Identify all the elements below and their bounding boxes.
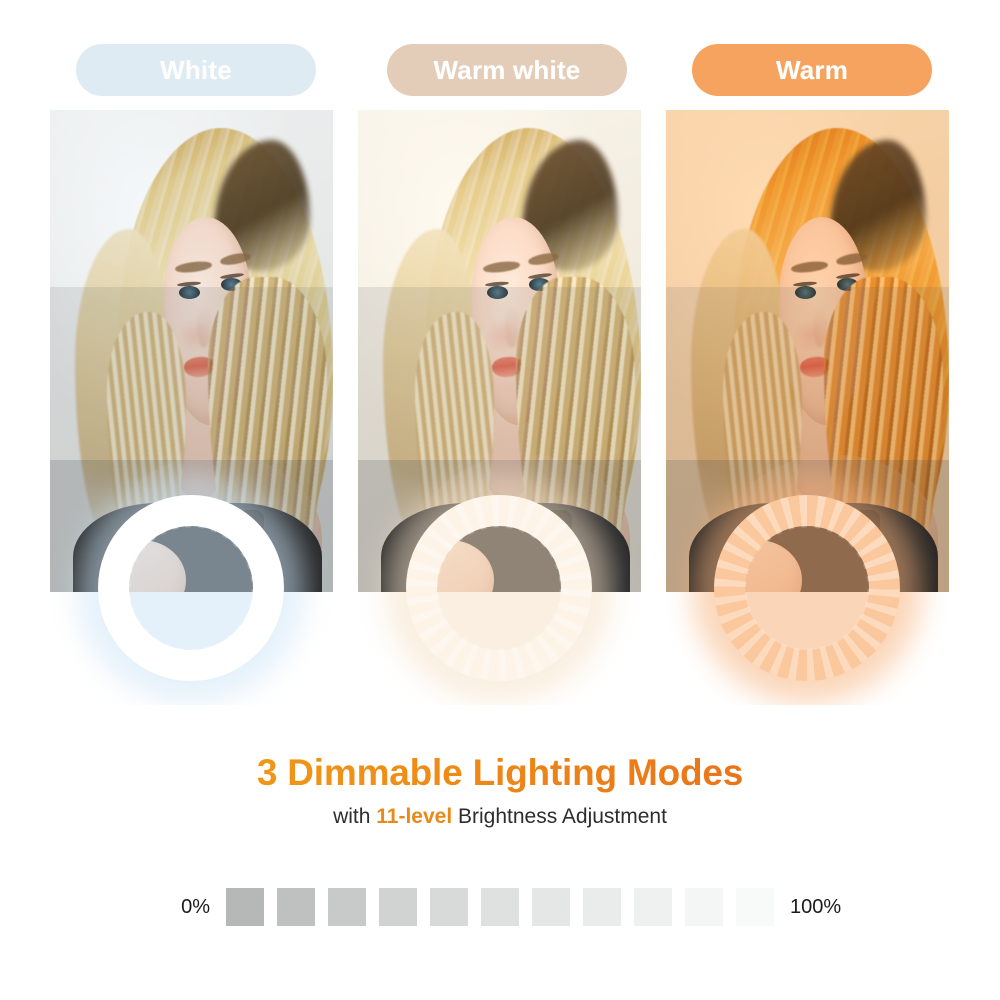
- photo-panel-warm-white: [358, 110, 641, 705]
- subheadline-prefix: with: [333, 805, 377, 828]
- ring-light-warm-white: [384, 473, 614, 703]
- brightness-min-label: 0%: [181, 895, 210, 918]
- mode-pill-warm-label: Warm: [775, 54, 849, 85]
- portrait-photo-warm-white: [358, 110, 641, 705]
- mode-pill-white[interactable]: White: [76, 44, 316, 96]
- mode-pill-white-label: White: [160, 54, 232, 85]
- brightness-swatch-3[interactable]: [328, 888, 366, 926]
- brightness-swatch-7[interactable]: [532, 888, 570, 926]
- portrait-photo-warm: [666, 110, 949, 705]
- brightness-swatch-5[interactable]: [430, 888, 468, 926]
- product-feature-graphic: White Warm white Warm 3 Dimmable Lightin…: [0, 0, 1000, 1000]
- portrait-photo-white: [50, 110, 333, 705]
- ring-led-beads: [98, 495, 284, 681]
- lighting-mode-pill-row: White Warm white Warm: [0, 44, 1000, 96]
- brightness-swatch-11[interactable]: [736, 888, 774, 926]
- ring-light-warm: [692, 473, 922, 703]
- subheadline-suffix: Brightness Adjustment: [452, 805, 667, 828]
- brightness-swatch-strip[interactable]: [226, 888, 774, 926]
- brightness-swatch-2[interactable]: [277, 888, 315, 926]
- brightness-swatch-9[interactable]: [634, 888, 672, 926]
- photo-panel-warm: [666, 110, 949, 705]
- brightness-swatch-8[interactable]: [583, 888, 621, 926]
- brightness-swatch-1[interactable]: [226, 888, 264, 926]
- brightness-scale: 0% 100%: [0, 884, 1000, 930]
- mode-pill-warm-white-label: Warm white: [433, 54, 581, 85]
- brightness-swatch-10[interactable]: [685, 888, 723, 926]
- mode-pill-warm[interactable]: Warm: [692, 44, 932, 96]
- ring-led-beads: [714, 495, 900, 681]
- headline: 3 Dimmable Lighting Modes: [0, 752, 1000, 794]
- mode-pill-warm-white[interactable]: Warm white: [387, 44, 627, 96]
- brightness-swatch-6[interactable]: [481, 888, 519, 926]
- subheadline-accent: 11-level: [376, 805, 453, 828]
- ring-led-beads: [406, 495, 592, 681]
- brightness-swatch-4[interactable]: [379, 888, 417, 926]
- photo-panel-white: [50, 110, 333, 705]
- subheadline: with 11-level Brightness Adjustment: [0, 805, 1000, 829]
- brightness-max-label: 100%: [790, 895, 842, 918]
- ring-light-white: [76, 473, 306, 703]
- mode-comparison-panels: [0, 110, 1000, 705]
